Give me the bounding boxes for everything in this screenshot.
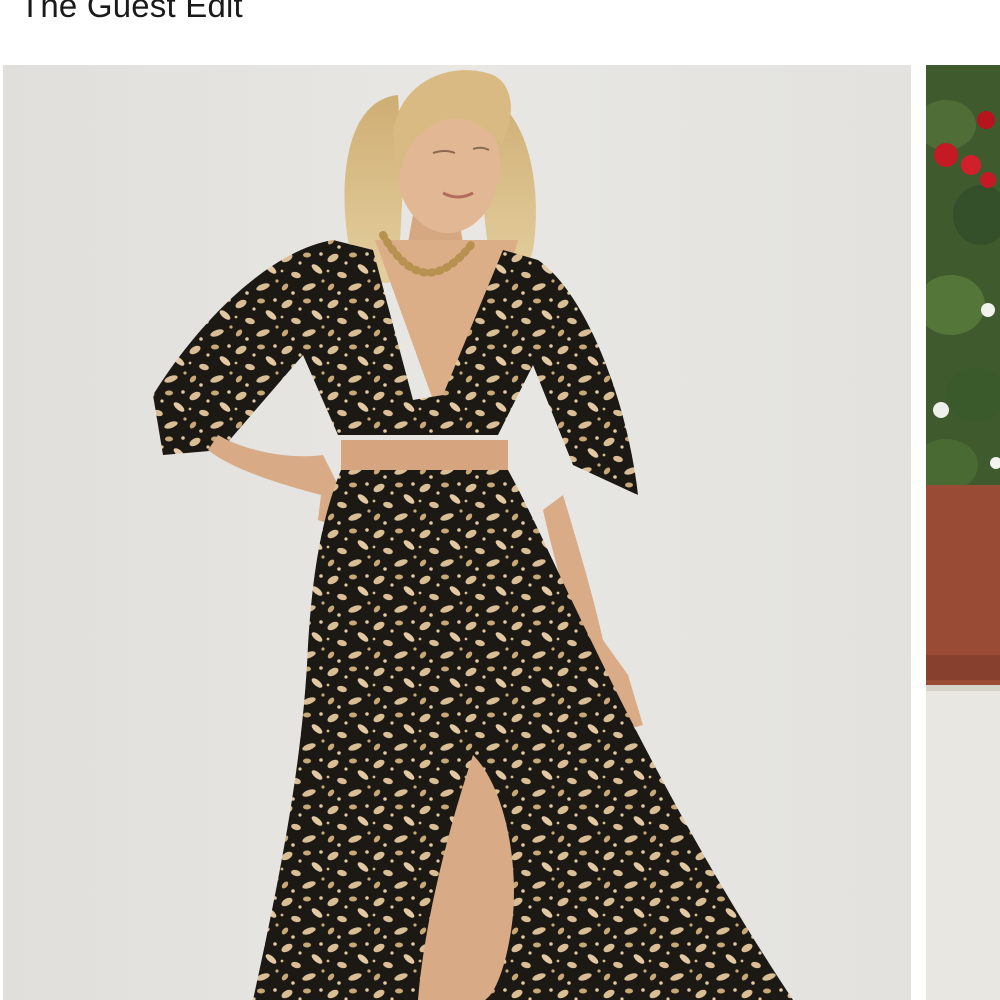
product-card-1[interactable]: [3, 65, 911, 1000]
product-image-2[interactable]: [926, 65, 1000, 1000]
section-title: The Guest Edit: [20, 0, 243, 24]
product-carousel[interactable]: [0, 65, 1000, 1000]
page: The Guest Edit: [0, 0, 1000, 1000]
product-image-1[interactable]: [3, 65, 911, 1000]
product-card-2[interactable]: [926, 65, 1000, 1000]
